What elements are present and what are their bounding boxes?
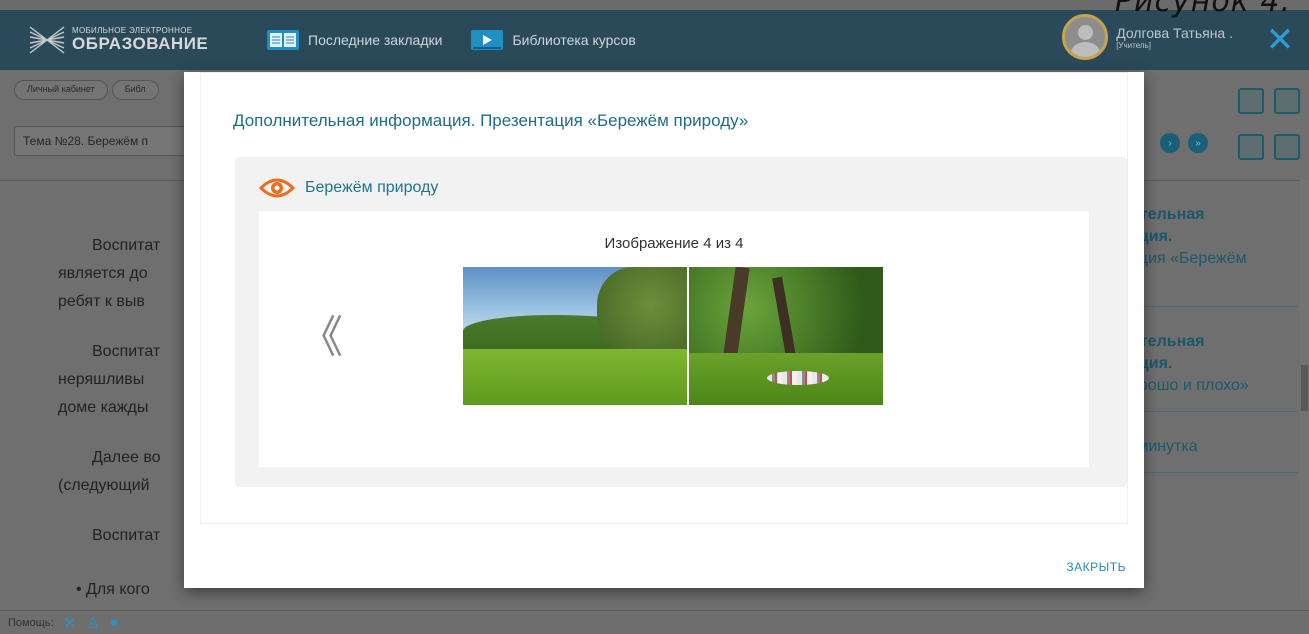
user-menu[interactable]: Долгова Татьяна . [Учитель] (1062, 14, 1233, 60)
modal-title: Дополнительная информация. Презентация «… (233, 111, 749, 130)
app-header: МОБИЛЬНОЕ ЭЛЕКТРОННОЕ ОБРАЗОВАНИЕ Послед… (0, 10, 1309, 70)
notes-icon[interactable] (1238, 88, 1264, 114)
user-name: Долгова Татьяна . (1116, 24, 1233, 41)
close-button[interactable]: ЗАКРЫТЬ (1066, 560, 1126, 574)
content-line: Воспитат (92, 343, 161, 360)
side-item[interactable]: ительная ация. орошо и плохо» (1128, 327, 1298, 412)
content-line: доме кажды (58, 399, 149, 416)
logo[interactable]: МОБИЛЬНОЕ ЭЛЕКТРОННОЕ ОБРАЗОВАНИЕ (28, 23, 238, 57)
slide-area: Изображение 4 из 4 《 (259, 211, 1089, 467)
help-label: Помощь: (8, 616, 54, 629)
content-line: Далее во (92, 449, 161, 466)
next-icon[interactable]: › (1160, 133, 1180, 153)
content-line: ребят к выв (58, 293, 145, 310)
user-help-icon[interactable]: ♙ (86, 614, 99, 632)
content-line: неряшливы (58, 371, 145, 388)
bookmarks-link[interactable]: Последние закладки (266, 28, 442, 52)
content-line: (следующий (58, 477, 150, 494)
breadcrumb-item[interactable]: Личный кабинет (14, 80, 108, 100)
side-item-text: орошо и плохо» (1130, 377, 1249, 394)
figure-caption: Рисунок 4. (1114, 0, 1291, 19)
topic-navigation: › » (1160, 133, 1216, 153)
grid-icon[interactable] (1274, 88, 1300, 114)
slide-image (463, 267, 883, 405)
avatar[interactable] (1062, 14, 1109, 60)
tools-icon[interactable]: ✕ (64, 614, 77, 632)
breadcrumb-item[interactable]: Библ (111, 80, 159, 100)
bookmarks-label: Последние закладки (308, 32, 443, 48)
presentation-title[interactable]: Бережём природу (305, 179, 438, 197)
user-role: [Учитель] (1116, 40, 1151, 50)
content-line: Воспитат (92, 527, 161, 544)
last-icon[interactable]: » (1188, 133, 1208, 153)
breadcrumb: Личный кабинет Библ (14, 80, 163, 100)
presentation-viewer: Бережём природу Изображение 4 из 4 《 (235, 157, 1127, 487)
chat-icon[interactable] (1274, 134, 1300, 160)
content-line: • Для кого (76, 581, 150, 598)
slide-counter: Изображение 4 из 4 (604, 235, 744, 252)
scroll-thumb[interactable] (1301, 365, 1308, 411)
vertical-scrollbar[interactable] (1300, 180, 1309, 600)
photo-clean-meadow (463, 267, 687, 405)
content-line: является до (58, 265, 148, 282)
side-item[interactable]: ительная ация. ация «Бережём » (1128, 200, 1298, 307)
side-item[interactable]: тминутка (1128, 432, 1298, 473)
modal-body: Дополнительная информация. Презентация «… (200, 72, 1128, 524)
logo-big-text: ОБРАЗОВАНИЕ (72, 34, 209, 53)
book-icon (267, 30, 299, 50)
video-player-icon (471, 30, 504, 50)
content-line: Воспитат (92, 237, 161, 254)
photo-littered-meadow (689, 267, 883, 405)
footer: Помощь: ✕ ♙ ● (0, 610, 1309, 634)
side-item-text: ация «Бережём (1130, 250, 1247, 267)
info-modal: Дополнительная информация. Презентация «… (184, 72, 1144, 588)
logo-mark-icon (29, 26, 65, 54)
table-icon[interactable] (1238, 134, 1264, 160)
side-panel: ительная ация. ация «Бережём » ительная … (1128, 200, 1298, 493)
eye-icon (259, 178, 295, 198)
close-icon[interactable]: ✕ (1251, 10, 1309, 70)
prev-slide-icon[interactable]: 《 (299, 301, 343, 365)
library-label: Библиотека курсов (512, 32, 636, 48)
info-icon[interactable]: ● (110, 614, 119, 631)
library-link[interactable]: Библиотека курсов (470, 28, 636, 52)
